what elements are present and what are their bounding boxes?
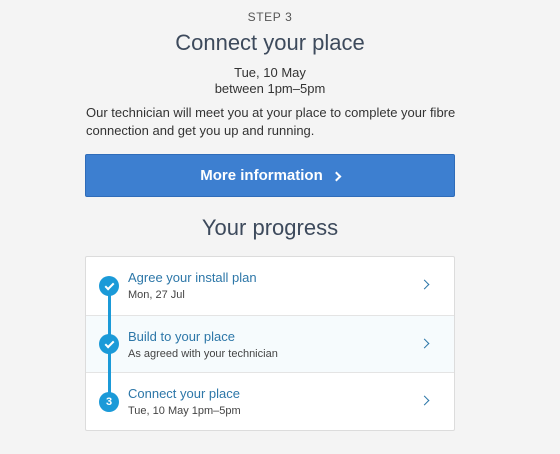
progress-item-build-to-place[interactable]: Build to your place As agreed with your …: [86, 315, 454, 373]
step-number-badge: 3: [99, 392, 119, 412]
page-title: Connect your place: [175, 30, 365, 55]
checkmark-icon: [99, 334, 119, 354]
chevron-right-icon: [419, 279, 430, 290]
checkmark-icon: [99, 276, 119, 296]
step-description: Our technician will meet you at your pla…: [86, 105, 456, 138]
progress-item-subtitle: As agreed with your technician: [128, 348, 278, 360]
progress-item-agree-install-plan[interactable]: Agree your install plan Mon, 27 Jul: [86, 257, 454, 315]
progress-list: Agree your install plan Mon, 27 Jul Buil…: [85, 256, 455, 431]
progress-title: Your progress: [201, 215, 339, 240]
chevron-right-icon: [419, 395, 430, 406]
progress-item-subtitle: Mon, 27 Jul: [128, 289, 185, 301]
progress-item-connect-place[interactable]: Connect your place Tue, 10 May 1pm–5pm: [86, 373, 454, 431]
chevron-right-icon: [331, 171, 342, 181]
progress-item-label: Build to your place: [128, 329, 235, 344]
progress-item-label: Connect your place: [128, 386, 241, 401]
progress-item-label: Agree your install plan: [128, 270, 257, 285]
chevron-right-icon: [419, 338, 430, 349]
progress-item-subtitle: Tue, 10 May 1pm–5pm: [128, 405, 241, 417]
more-information-label: More information: [200, 167, 323, 184]
step-label: STEP 3: [247, 10, 293, 24]
appointment-date: Tue, 10 May: [234, 65, 306, 80]
step-number: 3: [105, 396, 113, 408]
more-information-button[interactable]: More information: [85, 154, 455, 197]
appointment-time: between 1pm–5pm: [214, 81, 326, 96]
